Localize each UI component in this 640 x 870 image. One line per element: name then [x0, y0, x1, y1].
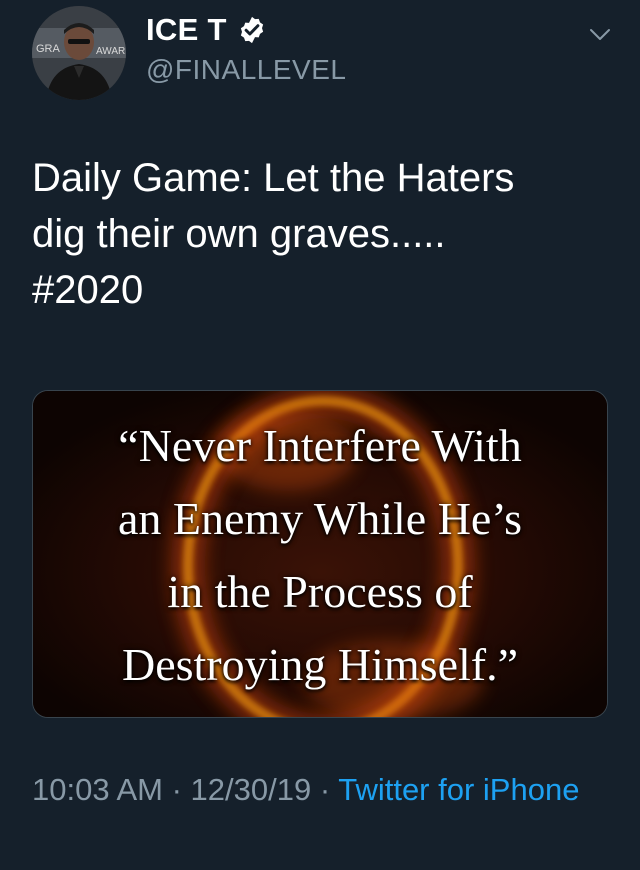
avatar[interactable]: GRA AWAR [32, 6, 126, 100]
quote-text: “Never Interfere With an Enemy While He’… [33, 409, 607, 701]
tweet-detail: GRA AWAR ICE T @FINALLEVEL Daily Game: L… [0, 0, 640, 870]
chevron-down-icon[interactable] [588, 22, 612, 46]
meta-separator: · [162, 772, 191, 807]
quote-line: “Never Interfere With [118, 420, 522, 471]
avatar-backdrop-text-left: GRA [36, 43, 61, 55]
avatar-image: GRA AWAR [32, 6, 126, 100]
quote-line: in the Process of [167, 566, 473, 617]
display-name[interactable]: ICE T [146, 12, 227, 48]
author-handle[interactable]: @FINALLEVEL [146, 54, 346, 86]
tweet-source-link[interactable]: Twitter for iPhone [338, 772, 579, 807]
meta-separator: · [311, 772, 339, 807]
quote-line: an Enemy While He’s [117, 493, 523, 544]
tweet-time: 10:03 AM [32, 772, 163, 807]
tweet-date: 12/30/19 [190, 772, 312, 807]
author-name-row[interactable]: ICE T [146, 10, 267, 50]
avatar-backdrop-text-right: AWAR [96, 46, 125, 57]
tweet-meta: 10:03 AM · 12/30/19 · Twitter for iPhone [32, 768, 612, 812]
tweet-media-image[interactable]: “Never Interfere With an Enemy While He’… [32, 390, 608, 718]
quote-line: Destroying Himself.” [121, 639, 519, 690]
verified-badge-icon [237, 15, 267, 45]
tweet-text: Daily Game: Let the Haters dig their own… [32, 156, 515, 312]
